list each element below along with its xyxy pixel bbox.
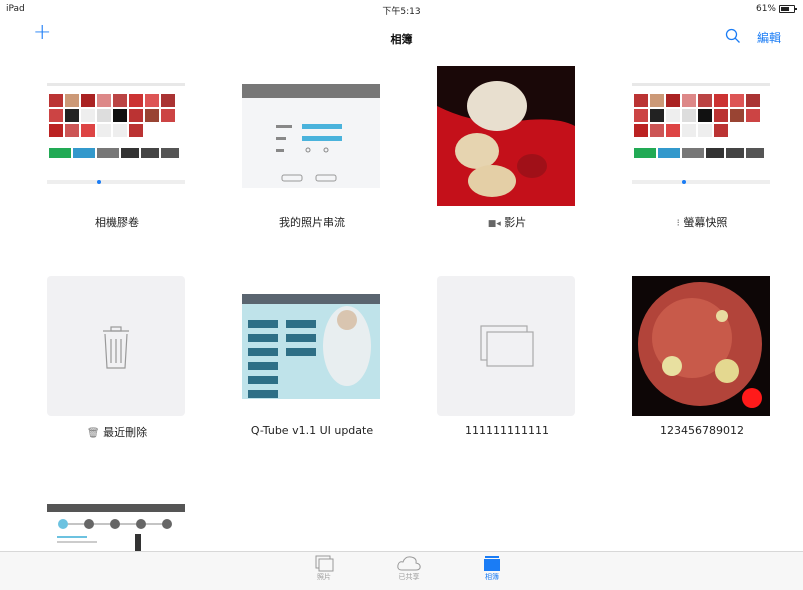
album-label: 🗑 最近刪除 <box>17 424 217 440</box>
search-icon[interactable] <box>725 28 741 44</box>
videos-thumbnail <box>437 66 575 206</box>
screenshots-thumbnail <box>632 66 770 206</box>
album-thumbnail <box>47 66 185 206</box>
video-camera-icon: ■◂ <box>487 219 501 229</box>
battery-icon <box>779 5 797 13</box>
album-thumbnail <box>632 66 770 206</box>
qtube-thumbnail <box>242 276 380 416</box>
trash-icon <box>103 326 129 369</box>
empty-album-icon <box>480 325 534 367</box>
album-label: 123456789012 <box>660 424 744 437</box>
album-thumbnail <box>632 276 770 416</box>
album-thumbnail <box>47 504 185 551</box>
screenshot-icon: ⁝ <box>676 218 680 229</box>
tab-bar: 照片 已共享 相簿 <box>0 551 803 590</box>
trash-small-icon: 🗑 <box>86 428 100 439</box>
tab-albums[interactable]: 相簿 <box>472 554 512 582</box>
tab-label: 相簿 <box>485 573 499 581</box>
battery-percent: 61% <box>755 4 776 14</box>
album-label-text: 最近刪除 <box>103 426 148 439</box>
page-title: 相簿 <box>390 33 413 46</box>
album-label-text: 影片 <box>504 216 527 229</box>
album-label: 我的照片串流 <box>279 216 345 229</box>
photo-stream-thumbnail <box>242 66 380 206</box>
album-thumbnail <box>47 276 185 416</box>
album-label: 111111111111 <box>465 424 549 437</box>
tab-shared[interactable]: 已共享 <box>389 554 429 582</box>
cloud-icon <box>397 556 421 571</box>
album-thumbnail <box>437 66 575 206</box>
tab-photos[interactable]: 照片 <box>304 554 344 582</box>
initial-setup-thumbnail <box>47 504 185 551</box>
album-thumbnail <box>242 276 380 416</box>
battery-status: 61% <box>755 4 797 14</box>
navigation-bar: + 相簿 編輯 <box>0 18 803 56</box>
photos-tab-icon <box>315 555 334 572</box>
album-label: ⁝ 螢幕快照 <box>602 214 802 230</box>
tab-label: 照片 <box>317 573 331 581</box>
album-label: Q-Tube v1.1 UI update <box>250 424 374 437</box>
status-bar: iPad 下午5:13 61% <box>0 0 803 18</box>
album-label: ■◂ 影片 <box>407 214 607 230</box>
edit-button[interactable]: 編輯 <box>757 29 781 46</box>
camera-roll-thumbnail <box>47 66 185 206</box>
tab-label: 已共享 <box>398 573 420 581</box>
album-label-text: 螢幕快照 <box>683 216 728 229</box>
status-time: 下午5:13 <box>382 7 421 17</box>
album-thumbnail <box>437 276 575 416</box>
album-thumbnail <box>242 66 380 206</box>
intraoral-photo-thumbnail <box>632 276 770 416</box>
albums-tab-icon <box>484 556 500 571</box>
album-label: 相機膠卷 <box>95 216 139 229</box>
